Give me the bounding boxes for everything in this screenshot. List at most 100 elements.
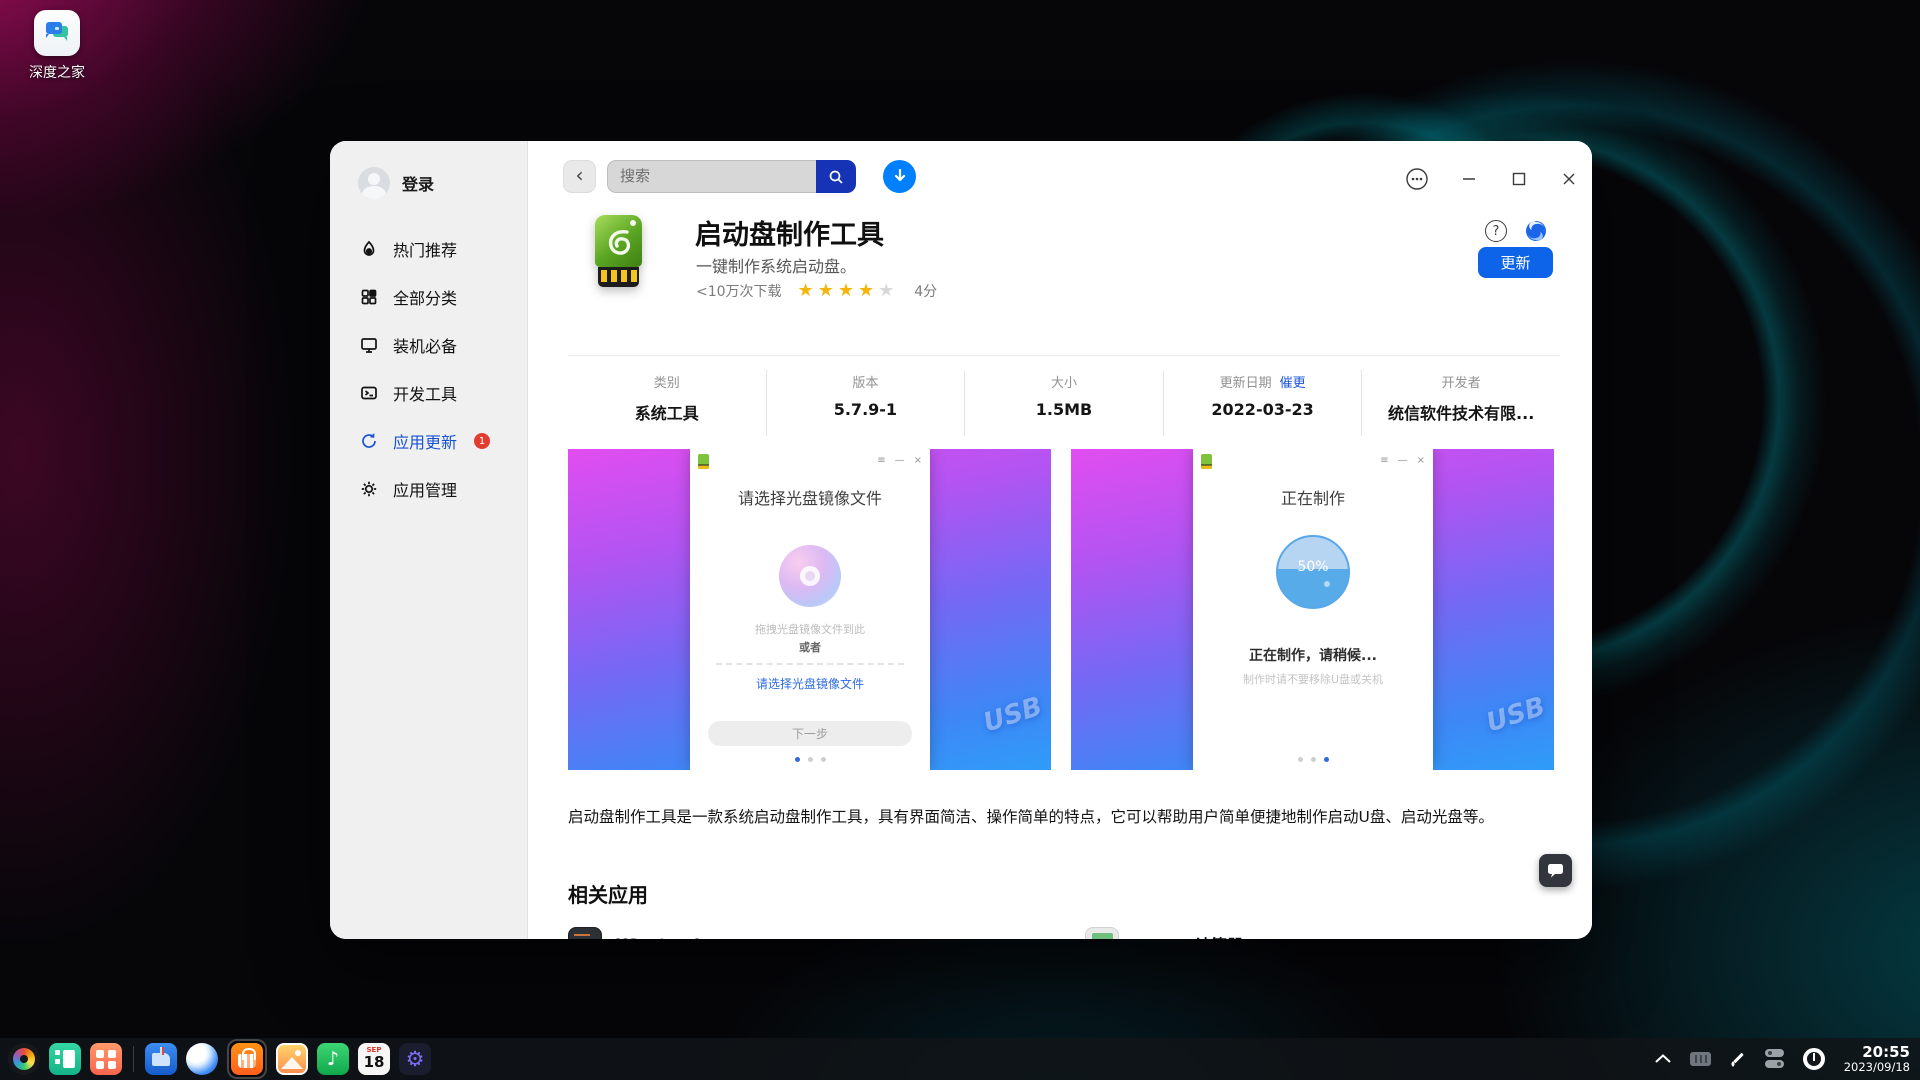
app-info-row: 类别 系统工具 版本 5.7.9-1 大小 1.5MB 更新日期 催更 2022-…: [568, 370, 1560, 436]
sidebar-item-label: 全部分类: [393, 289, 458, 308]
choose-image-link: 请选择光盘镜像文件: [755, 677, 864, 691]
dock-photos-icon[interactable]: [276, 1043, 308, 1075]
sidebar: 登录 热门推荐 全部分类 装机必备 开发工具 应用更新 1 应用管理: [330, 141, 528, 939]
dialog-minimize-icon: —: [1397, 455, 1408, 466]
usb-3d-decor: USB: [1483, 691, 1550, 739]
header-divider: [568, 355, 1560, 356]
screenshot-2[interactable]: USB ≡ — × 正在制作 50% 正在制作，请稍候... 制作时请不要移除U…: [1071, 449, 1554, 770]
tray-power-icon[interactable]: [1802, 1047, 1825, 1070]
boot-maker-dialog-progress: ≡ — × 正在制作 50% 正在制作，请稍候... 制作时请不要移除U盘或关机: [1193, 449, 1433, 770]
app-icon-boot-maker: [595, 215, 642, 287]
dock-control-center-icon[interactable]: ⚙: [399, 1043, 431, 1075]
minimize-button[interactable]: [1455, 165, 1483, 193]
taskbar-clock[interactable]: 20:55 2023/09/18: [1844, 1043, 1910, 1075]
app-subtitle: 一键制作系统启动盘。: [696, 257, 857, 276]
related-app-ksystemlog[interactable]: KSystemLog: [568, 927, 727, 939]
mini-app-icon: [1201, 453, 1212, 469]
dock-app-store-active[interactable]: [227, 1039, 267, 1079]
settings-icon: [361, 481, 377, 497]
dialog-titlebar: ≡ — ×: [1193, 449, 1433, 473]
dock-calendar-icon[interactable]: SEP 18: [358, 1043, 390, 1075]
sidebar-item-manage[interactable]: 应用管理: [330, 469, 527, 509]
dialog-title: 请选择光盘镜像文件: [737, 489, 882, 508]
terminal-icon: [361, 386, 377, 400]
dock-app-store-icon[interactable]: [231, 1043, 263, 1075]
sidebar-item-label: 开发工具: [393, 385, 458, 404]
sidebar-item-label: 装机必备: [393, 337, 458, 356]
tray-pen-icon[interactable]: [1730, 1051, 1746, 1067]
dialog-menu-icon: ≡: [877, 455, 886, 466]
taskbar: ♪ SEP 18 ⚙ 20:55 2023/09/18: [0, 1038, 1920, 1080]
maximize-icon: [1512, 172, 1526, 186]
feedback-button[interactable]: [1539, 854, 1572, 887]
cd-disc-icon: [779, 545, 841, 607]
sidebar-item-essentials[interactable]: 装机必备: [330, 325, 527, 365]
making-hint: 制作时请不要移除U盘或关机: [1242, 673, 1384, 686]
progress-percent: 50%: [1297, 559, 1329, 575]
dock-file-manager-icon[interactable]: [145, 1043, 177, 1075]
login-label: 登录: [402, 175, 435, 194]
dock-all-apps-icon[interactable]: [90, 1043, 122, 1075]
urge-update-link[interactable]: 催更: [1280, 376, 1306, 391]
star-filled-icon: ★: [837, 280, 858, 301]
downloads-button[interactable]: [883, 160, 916, 193]
related-apps-heading: 相关应用: [568, 883, 648, 907]
boot-maker-dialog-select: ≡ — × 请选择光盘镜像文件 拖拽光盘镜像文件到此 或者 请选择光盘镜像文件 …: [690, 449, 930, 770]
app-description: 启动盘制作工具是一款系统启动盘制作工具，具有界面简洁、操作简单的特点，它可以帮助…: [568, 808, 1494, 826]
deepin-home-icon: [34, 10, 80, 56]
uos-spiral-icon[interactable]: [1524, 219, 1548, 243]
dock-browser-icon[interactable]: [186, 1043, 218, 1075]
tray-expand-icon[interactable]: [1655, 1054, 1671, 1063]
info-update-date: 更新日期 催更 2022-03-23: [1162, 370, 1362, 436]
tray-keyboard-icon[interactable]: [1689, 1051, 1711, 1066]
flame-icon: [363, 240, 375, 256]
refresh-icon: [362, 433, 376, 448]
login-button[interactable]: 登录: [330, 167, 527, 199]
sidebar-item-dev-tools[interactable]: 开发工具: [330, 373, 527, 413]
dock-launcher-icon[interactable]: [8, 1043, 40, 1075]
tray-switches-icon[interactable]: [1764, 1049, 1784, 1069]
search-input[interactable]: [607, 160, 816, 193]
sidebar-item-updates[interactable]: 应用更新 1: [330, 421, 527, 461]
info-version: 版本 5.7.9-1: [765, 370, 965, 436]
star-filled-icon: ★: [797, 280, 818, 301]
star-filled-icon: ★: [857, 280, 879, 301]
clock-time: 20:55: [1862, 1043, 1910, 1062]
star-rating: ★★★★★: [798, 282, 899, 300]
search-bar: [607, 160, 856, 193]
desktop-shortcut-deepin-home[interactable]: 深度之家: [22, 10, 92, 82]
gnome-calculator-icon: [1085, 927, 1119, 939]
help-button[interactable]: ?: [1485, 220, 1507, 242]
back-button[interactable]: ‹: [563, 160, 596, 193]
download-arrow-icon: [894, 169, 905, 182]
search-button[interactable]: [816, 160, 856, 193]
sidebar-item-label: 应用更新: [393, 433, 458, 452]
window-menu-button[interactable]: [1403, 165, 1431, 193]
related-app-gnome-calculator[interactable]: Gnome计算器: [1085, 927, 1243, 939]
system-tray: 20:55 2023/09/18: [1655, 1043, 1920, 1075]
drag-hint: 拖拽光盘镜像文件到此: [755, 623, 865, 636]
score-label: 4分: [914, 284, 938, 300]
dialog-close-icon: ×: [1416, 455, 1425, 466]
maximize-button[interactable]: [1505, 165, 1533, 193]
app-store-window: 登录 热门推荐 全部分类 装机必备 开发工具 应用更新 1 应用管理 ‹ 搜索 …: [330, 141, 1592, 939]
dock-separator: [133, 1046, 134, 1072]
more-icon: [1406, 168, 1428, 190]
dialog-menu-icon: ≡: [1380, 455, 1389, 466]
close-button[interactable]: [1555, 165, 1583, 193]
screenshot-1[interactable]: USB ≡ — × 请选择光盘镜像文件 拖拽光盘镜像文件到此 或者 请选择光盘镜…: [568, 449, 1051, 770]
dock-music-icon[interactable]: ♪: [317, 1043, 349, 1075]
grid-icon: [361, 289, 377, 305]
chat-bubbles-icon: [46, 22, 68, 41]
rating-row: <10万次下载 ★★★★★ 4分: [696, 281, 937, 301]
dashed-divider: [716, 663, 904, 665]
dock-multitasking-icon[interactable]: [49, 1043, 81, 1075]
sidebar-item-categories[interactable]: 全部分类: [330, 277, 527, 317]
dialog-minimize-icon: —: [894, 455, 905, 466]
sidebar-item-hot[interactable]: 热门推荐: [330, 229, 527, 269]
shortcut-label: 深度之家: [29, 65, 85, 81]
update-button[interactable]: 更新: [1478, 247, 1553, 278]
clock-date: 2023/09/18: [1843, 1060, 1910, 1075]
info-developer: 开发者 统信软件技术有限...: [1361, 370, 1560, 436]
main-panel: ‹ 启动盘制作工具 一键制作系统启动盘。: [528, 141, 1592, 939]
